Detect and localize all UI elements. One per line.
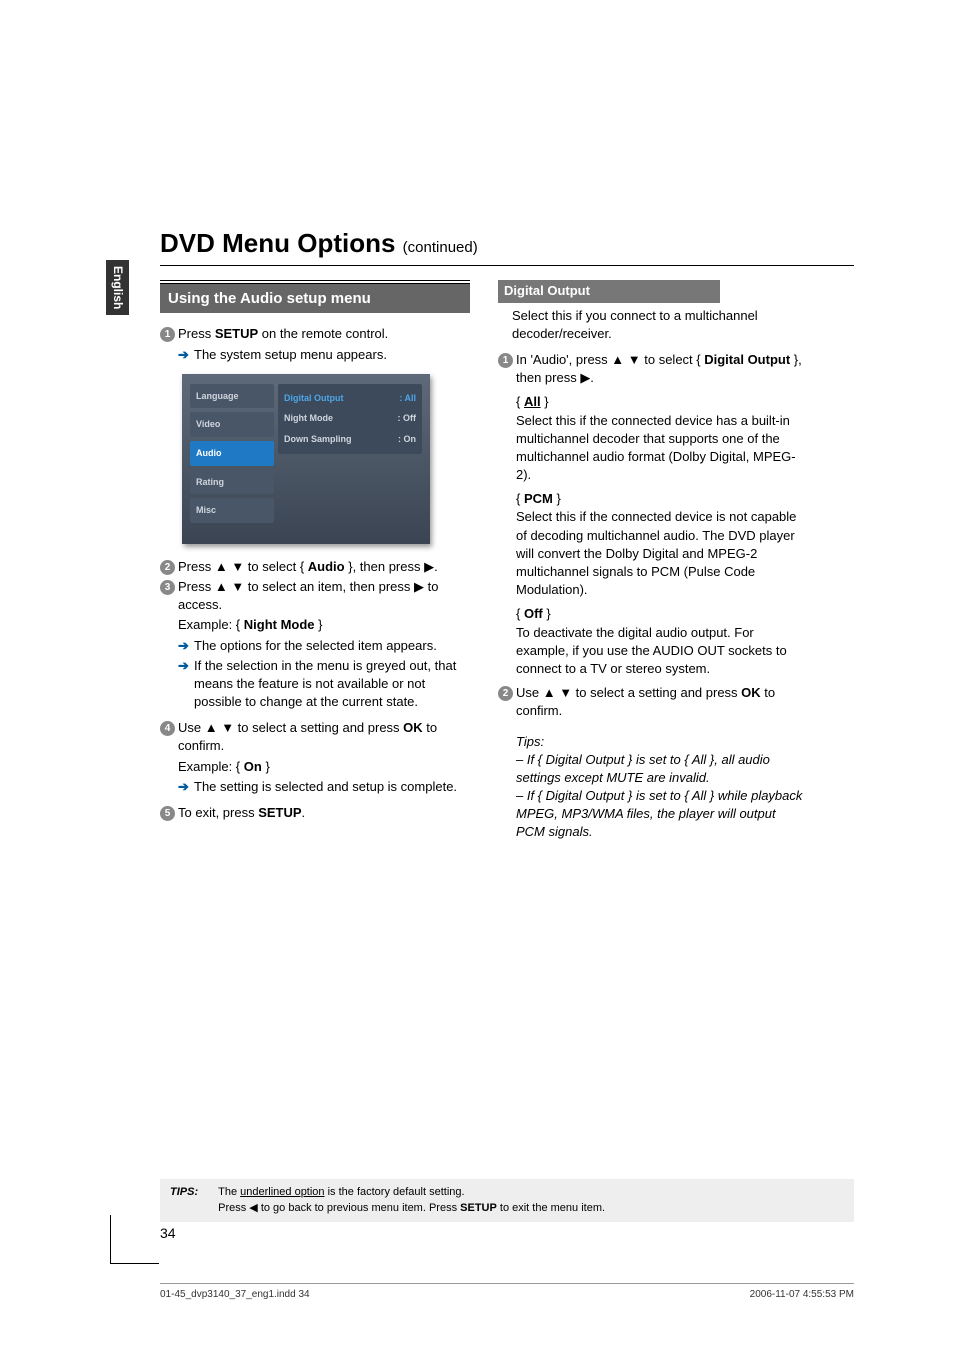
footer: 01-45_dvp3140_37_eng1.indd 34 2006-11-07… [160, 1283, 854, 1302]
step-4: 4 Use ▲ ▼ to select a setting and press … [160, 719, 470, 755]
tips-heading: Tips: [516, 733, 808, 751]
tip-2: – If { Digital Output } is set to { All … [516, 787, 808, 842]
page-title: DVD Menu Options (continued) [160, 225, 854, 261]
step-number-icon: 2 [160, 560, 175, 575]
option-off-label: Off [524, 606, 543, 621]
menu-screenshot: Language Video Audio Rating Misc Digital… [182, 374, 430, 544]
right-step-1: 1 In 'Audio', press ▲ ▼ to select { Digi… [498, 351, 808, 387]
option-pcm-text: Select this if the connected device is n… [516, 508, 808, 599]
step-number-icon: 4 [160, 721, 175, 736]
arrow-icon: ➔ [178, 657, 194, 712]
step-number-icon: 1 [160, 327, 175, 342]
tips-bar-label: TIPS: [170, 1185, 198, 1216]
ss-tab-video: Video [190, 412, 274, 437]
option-pcm-label: PCM [524, 491, 553, 506]
ss-row: Night Mode : Off [284, 408, 416, 429]
title-continued: (continued) [403, 239, 478, 256]
option-all-label: All [524, 394, 541, 409]
language-tab: English [106, 260, 129, 315]
title-rule [160, 265, 854, 266]
footer-left: 01-45_dvp3140_37_eng1.indd 34 [160, 1288, 310, 1302]
ss-tab-audio: Audio [190, 441, 274, 466]
step-number-icon: 5 [160, 806, 175, 821]
ss-tab-rating: Rating [190, 470, 274, 495]
arrow-icon: ➔ [178, 346, 194, 364]
ss-row: Down Sampling : On [284, 429, 416, 450]
crop-mark-icon [110, 1215, 159, 1264]
ss-tab-misc: Misc [190, 498, 274, 523]
digital-output-intro: Select this if you connect to a multicha… [512, 307, 808, 343]
tips-bar: TIPS: The underlined option is the facto… [160, 1179, 854, 1222]
step-3: 3 Press ▲ ▼ to select an item, then pres… [160, 578, 470, 614]
arrow-icon: ➔ [178, 778, 194, 796]
left-column: Using the Audio setup menu 1 Press SETUP… [160, 280, 470, 841]
step-5: 5 To exit, press SETUP. [160, 804, 470, 822]
digital-output-header: Digital Output [498, 280, 720, 302]
option-all-text: Select this if the connected device has … [516, 412, 808, 485]
footer-right: 2006-11-07 4:55:53 PM [750, 1288, 854, 1302]
step-number-icon: 3 [160, 580, 175, 595]
step-number-icon: 1 [498, 353, 513, 368]
step-1: 1 Press SETUP on the remote control. [160, 325, 470, 343]
right-step-2: 2 Use ▲ ▼ to select a setting and press … [498, 684, 808, 720]
step-2: 2 Press ▲ ▼ to select { Audio }, then pr… [160, 558, 470, 576]
step-number-icon: 2 [498, 686, 513, 701]
right-column: Digital Output Select this if you connec… [498, 280, 808, 841]
audio-setup-header: Using the Audio setup menu [160, 283, 470, 313]
option-off-text: To deactivate the digital audio output. … [516, 624, 808, 679]
ss-row: Digital Output : All [284, 388, 416, 409]
title-main: DVD Menu Options [160, 228, 395, 258]
page-number: 34 [160, 1224, 176, 1244]
ss-tab-language: Language [190, 384, 274, 409]
arrow-icon: ➔ [178, 637, 194, 655]
tip-1: – If { Digital Output } is set to { All … [516, 751, 808, 787]
